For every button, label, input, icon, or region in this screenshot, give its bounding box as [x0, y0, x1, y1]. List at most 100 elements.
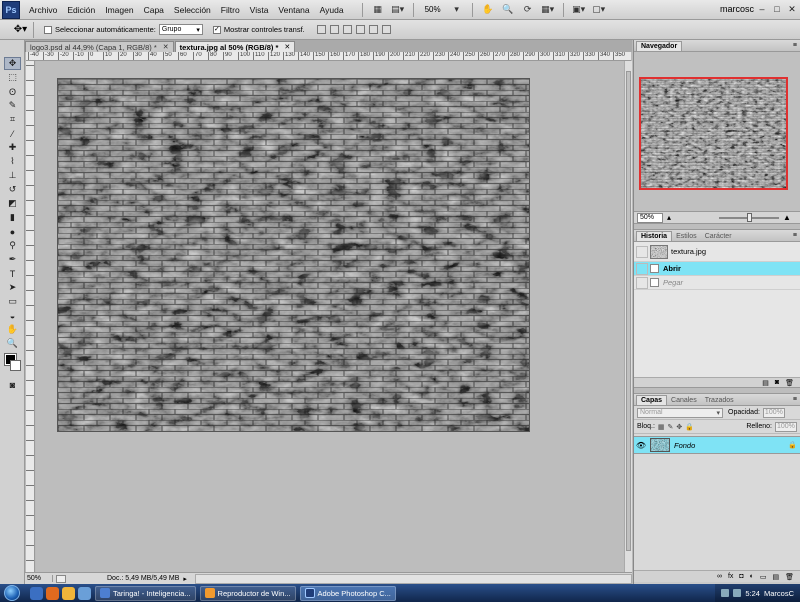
panel-menu-icon[interactable]: ≡	[793, 42, 797, 49]
screen-mode-icon[interactable]: ▢▾	[591, 3, 607, 17]
brush-tool-icon[interactable]: ⌇	[4, 155, 21, 168]
start-button[interactable]	[4, 585, 20, 601]
new-document-from-state-icon[interactable]: ▤	[762, 379, 769, 387]
firefox-icon[interactable]	[46, 586, 59, 600]
taskbar-button-photoshop[interactable]: Adobe Photoshop C...	[299, 585, 396, 601]
vertical-ruler[interactable]	[26, 61, 35, 572]
hand-icon[interactable]: ✋	[480, 3, 496, 17]
path-selection-tool-icon[interactable]: ➤	[4, 281, 21, 294]
eyedropper-tool-icon[interactable]: ⁄	[4, 127, 21, 140]
tab-textura[interactable]: textura.jpg al 50% (RGB/8) * ✕	[174, 41, 296, 52]
fill-field[interactable]: 100%	[775, 421, 797, 432]
lock-pixels-icon[interactable]: ✎	[668, 423, 674, 431]
brick-wall-texture-image[interactable]	[58, 79, 529, 431]
tab-styles[interactable]: Estilos	[672, 231, 701, 241]
layer-style-icon[interactable]: fx	[728, 573, 733, 580]
zoom-tool-icon[interactable]: 🔍	[4, 337, 21, 350]
blend-mode-dropdown[interactable]: Normal	[637, 407, 723, 418]
ie-icon[interactable]	[30, 586, 43, 600]
opacity-field[interactable]: 100%	[762, 407, 785, 418]
panel-menu-icon[interactable]: ≡	[793, 396, 797, 403]
menu-ventana[interactable]: Ventana	[273, 5, 314, 15]
zoom-out-icon[interactable]: ▴	[667, 213, 671, 222]
trash-icon[interactable]: 🗑	[785, 573, 794, 581]
horizontal-scrollbar[interactable]	[194, 573, 632, 584]
close-icon[interactable]: ✕	[786, 3, 798, 15]
eraser-tool-icon[interactable]: ◩	[4, 197, 21, 210]
folder-icon[interactable]	[62, 586, 75, 600]
arrange-documents-icon[interactable]: ▣▾	[571, 3, 587, 17]
show-transform-checkbox[interactable]: ✓	[212, 25, 221, 34]
history-snapshot[interactable]: textura.jpg	[634, 242, 800, 262]
zoom-in-icon[interactable]: ▲	[783, 213, 791, 222]
quick-mask-icon[interactable]: ◙	[4, 378, 21, 391]
volume-icon[interactable]	[733, 589, 742, 597]
clone-stamp-tool-icon[interactable]: ⊥	[4, 169, 21, 182]
lock-position-icon[interactable]: ✥	[676, 423, 682, 431]
view-extras-icon[interactable]: ▤▾	[390, 3, 406, 17]
tab-channels[interactable]: Canales	[667, 395, 701, 405]
gradient-tool-icon[interactable]: ▮	[4, 211, 21, 224]
panel-menu-icon[interactable]: ≡	[793, 232, 797, 239]
quick-selection-tool-icon[interactable]: ✎	[4, 99, 21, 112]
tab-character[interactable]: Carácter	[701, 231, 736, 241]
menu-edicion[interactable]: Edición	[62, 5, 100, 15]
menu-ayuda[interactable]: Ayuda	[315, 5, 349, 15]
close-icon[interactable]: ✕	[284, 43, 290, 51]
chevron-down-icon[interactable]: ▾	[449, 3, 465, 17]
tab-paths[interactable]: Trazados	[701, 395, 738, 405]
horizontal-ruler[interactable]: -40 -30 -20 -10 0 10 20 30 40 50 60 70 80 90 100 110 120…	[26, 52, 631, 61]
maximize-icon[interactable]: □	[771, 3, 783, 15]
zoom-level-dropdown[interactable]: 50%	[421, 5, 445, 14]
align-top-icon[interactable]	[316, 25, 326, 34]
hand-tool-icon[interactable]: ✋	[4, 323, 21, 336]
bridge-icon[interactable]: ▦	[370, 3, 386, 17]
menu-imagen[interactable]: Imagen	[100, 5, 138, 15]
history-source-cell[interactable]	[636, 276, 648, 289]
dodge-tool-icon[interactable]: ⚲	[4, 239, 21, 252]
shape-tool-icon[interactable]: ▭	[4, 295, 21, 308]
chevron-right-icon[interactable]: ▸	[183, 575, 187, 583]
menu-vista[interactable]: Vista	[245, 5, 274, 15]
align-middle-icon[interactable]	[329, 25, 339, 34]
close-icon[interactable]: ✕	[163, 43, 169, 51]
minimize-icon[interactable]: –	[756, 3, 768, 15]
menu-seleccion[interactable]: Selección	[169, 5, 216, 15]
adjustment-layer-icon[interactable]: ◐	[750, 573, 754, 580]
lasso-tool-icon[interactable]: ʘ	[4, 85, 21, 98]
navigator-zoom-field[interactable]: 50%	[637, 212, 663, 223]
slider-knob[interactable]	[747, 212, 753, 222]
navigator-zoom-slider[interactable]	[719, 212, 780, 222]
menu-archivo[interactable]: Archivo	[20, 5, 62, 15]
workspace-user[interactable]: marcosc	[720, 4, 754, 14]
blur-tool-icon[interactable]: ●	[4, 225, 21, 238]
taskbar-button-media-player[interactable]: Reproductor de Win...	[199, 585, 296, 601]
align-right-icon[interactable]	[381, 25, 391, 34]
menu-filtro[interactable]: Filtro	[216, 5, 245, 15]
healing-brush-tool-icon[interactable]: ✚	[4, 141, 21, 154]
menu-capa[interactable]: Capa	[139, 5, 169, 15]
3d-rotate-tool-icon[interactable]: ◒	[4, 309, 21, 322]
align-center-icon[interactable]	[368, 25, 378, 34]
tab-logo3[interactable]: logo3.psd al 44,9% (Capa 1, RGB/8) * ✕	[25, 41, 174, 52]
auto-select-dropdown[interactable]: Grupo	[158, 24, 203, 35]
type-tool-icon[interactable]: T	[4, 267, 21, 280]
new-snapshot-icon[interactable]: ◙	[775, 379, 779, 386]
tab-navigator[interactable]: Navegador	[636, 41, 683, 51]
history-step[interactable]: Abrir	[634, 262, 800, 276]
move-tool-icon[interactable]: ✥	[4, 57, 21, 70]
scroll-thumb[interactable]	[626, 71, 631, 551]
layer-row[interactable]: 👁 Fondo 🔒	[634, 436, 800, 454]
color-swatches[interactable]	[2, 353, 22, 374]
media-icon[interactable]	[78, 586, 91, 600]
history-brush-tool-icon[interactable]: ↺	[4, 183, 21, 196]
auto-select-checkbox[interactable]	[44, 25, 52, 34]
navigator-view-box[interactable]	[639, 77, 788, 190]
grid-icon[interactable]: ▦▾	[540, 3, 556, 17]
new-group-icon[interactable]: ▭	[760, 573, 767, 581]
taskbar-button-taringa[interactable]: Taringa! - Inteligencia...	[95, 585, 196, 601]
network-icon[interactable]	[721, 589, 730, 597]
doc-info-icon[interactable]	[56, 574, 66, 583]
new-layer-icon[interactable]: ▤	[772, 573, 779, 581]
crop-tool-icon[interactable]: ⌗	[4, 113, 21, 126]
